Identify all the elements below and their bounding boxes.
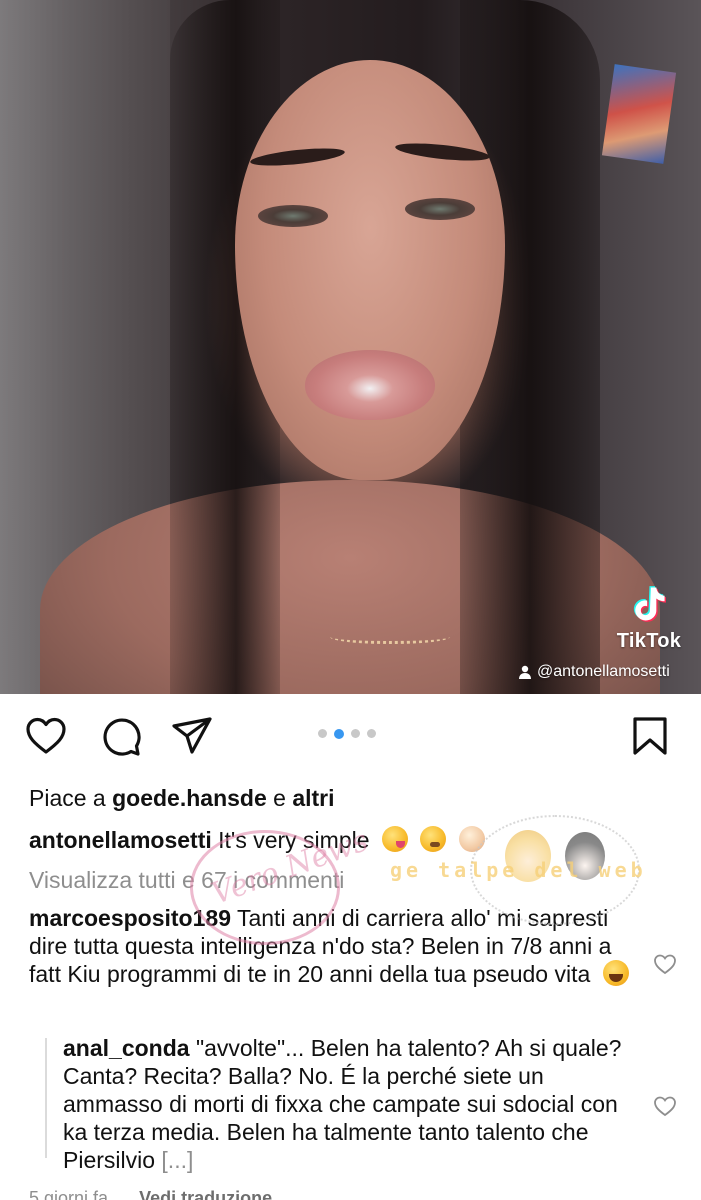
- bookmark-icon[interactable]: [628, 714, 672, 758]
- reply-thread-line: [45, 1038, 47, 1158]
- view-all-comments-link[interactable]: Visualizza tutti e 67 i commenti: [29, 866, 344, 894]
- clown-emoji-icon: [458, 826, 485, 852]
- post-meta: 5 giorni fa Vedi traduzione: [29, 1188, 272, 1200]
- comment-icon[interactable]: [98, 714, 142, 758]
- reply-comment-item: anal_conda "avvolte"... Belen ha talento…: [63, 1034, 643, 1174]
- post-age: 5 giorni fa: [29, 1188, 109, 1200]
- winking-tongue-emoji-icon: [381, 826, 408, 852]
- user-icon: [519, 665, 531, 679]
- heart-icon[interactable]: [24, 714, 68, 758]
- carousel-dot: [351, 729, 360, 738]
- likes-line: Piace a goede.hansde e altri: [29, 784, 335, 812]
- post-actions-bar: [0, 694, 701, 778]
- person-lips: [305, 350, 435, 420]
- person-necklace: [330, 630, 450, 644]
- watermark-figure: [565, 832, 605, 880]
- carousel-dot-active: [334, 728, 344, 739]
- small-heart-icon[interactable]: [653, 1094, 677, 1118]
- reply-username[interactable]: anal_conda: [63, 1035, 190, 1061]
- person-eye: [405, 198, 475, 220]
- post-caption: antonellamosetti It's very simple: [29, 826, 485, 854]
- tiktok-handle: @antonellamosetti: [518, 663, 670, 681]
- tiktok-brand-label: TikTok: [616, 630, 682, 652]
- post-media[interactable]: TikTok @antonellamosetti: [0, 0, 701, 694]
- saluting-emoji-icon: [420, 826, 447, 852]
- laughing-tears-emoji-icon: [602, 960, 629, 986]
- background-poster: [601, 64, 677, 164]
- comment-item: marcoesposito189 Tanti anni di carriera …: [29, 904, 639, 988]
- watermark-text: ge talpe del web: [390, 858, 647, 882]
- carousel-dot: [367, 729, 376, 738]
- likes-user-link[interactable]: goede.hansde: [112, 785, 267, 811]
- carousel-dot: [318, 729, 327, 738]
- share-icon[interactable]: [170, 714, 214, 758]
- comment-username[interactable]: marcoesposito189: [29, 905, 231, 931]
- tiktok-handle-label: @antonellamosetti: [537, 663, 670, 680]
- caption-text: It's very simple: [218, 827, 370, 853]
- likes-conj: e: [273, 785, 286, 811]
- small-heart-icon[interactable]: [653, 952, 677, 976]
- tiktok-icon: [633, 586, 666, 622]
- person-eye: [258, 205, 328, 227]
- see-translation-link[interactable]: Vedi traduzione: [139, 1188, 272, 1200]
- likes-prefix: Piace a: [29, 785, 106, 811]
- watermark-figure: [505, 830, 551, 882]
- carousel-indicator: [318, 728, 376, 739]
- likes-others-link[interactable]: altri: [292, 785, 334, 811]
- tiktok-watermark: TikTok: [606, 582, 692, 653]
- caption-username[interactable]: antonellamosetti: [29, 827, 212, 853]
- reply-more-link[interactable]: [...]: [161, 1147, 193, 1173]
